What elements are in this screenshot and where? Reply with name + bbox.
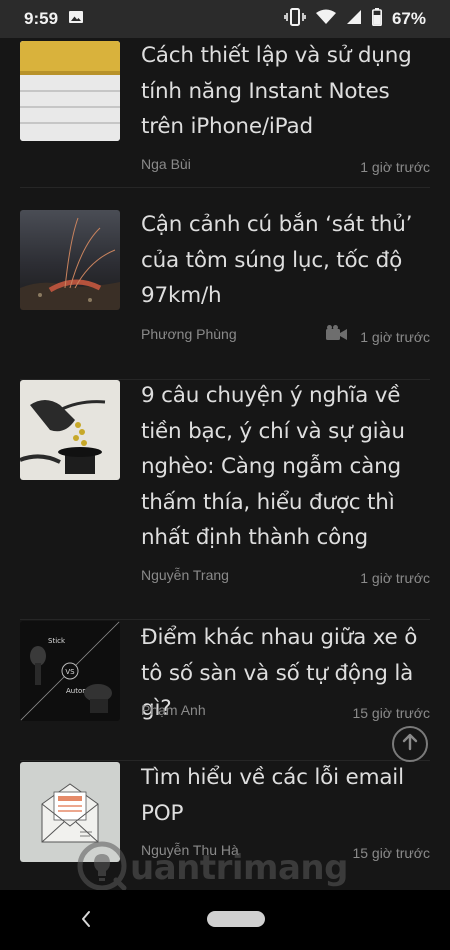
article-item[interactable]: VS Stick Automatic Điểm khác nhau giữa x… xyxy=(20,620,430,761)
thumb-label-stick: Stick xyxy=(48,637,66,645)
article-item[interactable]: Cận cảnh cú bắn ‘sát thủ’ của tôm súng l… xyxy=(20,208,430,380)
article-title[interactable]: Cận cảnh cú bắn ‘sát thủ’ của tôm súng l… xyxy=(141,207,429,314)
thumb-label-vs: VS xyxy=(65,668,75,676)
article-author: Phương Phùng xyxy=(141,326,237,342)
article-author: Phạm Anh xyxy=(141,702,206,718)
article-author: Nguyễn Trang xyxy=(141,567,229,583)
gear-shift-comparison: VS Stick Automatic xyxy=(20,621,120,721)
navigation-bar xyxy=(0,890,450,950)
status-time: 9:59 xyxy=(24,9,59,28)
watermark: uantrimang xyxy=(72,838,372,898)
back-icon[interactable] xyxy=(78,908,94,935)
scroll-to-top-button[interactable] xyxy=(392,726,428,762)
status-bar: 9:59 67% xyxy=(0,0,450,38)
money-hat-illustration xyxy=(20,380,120,480)
vibrate-icon xyxy=(284,7,306,31)
article-item[interactable]: Cách thiết lập và sử dụng tính năng Inst… xyxy=(20,38,430,188)
video-camera-icon xyxy=(326,325,348,344)
article-time: 1 giờ trước xyxy=(360,329,430,345)
image-icon xyxy=(68,9,84,30)
article-thumbnail[interactable] xyxy=(20,380,120,480)
article-title[interactable]: 9 câu chuyện ý nghĩa về tiền bạc, ý chí … xyxy=(141,378,429,556)
notes-app-icon xyxy=(20,41,120,141)
signal-icon xyxy=(346,9,362,30)
article-title[interactable]: Tìm hiểu về các lỗi email POP xyxy=(141,760,429,831)
article-feed[interactable]: Cách thiết lập và sử dụng tính năng Inst… xyxy=(0,38,450,890)
article-time: 15 giờ trước xyxy=(352,705,430,721)
battery-level: 67% xyxy=(391,9,426,28)
battery-icon xyxy=(371,7,382,31)
article-thumbnail[interactable] xyxy=(20,210,120,310)
arrow-up-icon xyxy=(400,732,420,757)
article-item[interactable]: 9 câu chuyện ý nghĩa về tiền bạc, ý chí … xyxy=(20,379,430,620)
article-thumbnail[interactable]: VS Stick Automatic xyxy=(20,621,120,721)
watermark-text: uantrimang xyxy=(130,848,348,888)
wifi-icon xyxy=(315,9,336,30)
home-pill-button[interactable] xyxy=(207,911,265,927)
article-time: 1 giờ trước xyxy=(360,570,430,586)
article-author: Nga Bùi xyxy=(141,156,191,172)
article-time: 1 giờ trước xyxy=(360,159,430,175)
shrimp-photo xyxy=(20,210,120,310)
article-thumbnail[interactable] xyxy=(20,41,120,141)
article-title[interactable]: Cách thiết lập và sử dụng tính năng Inst… xyxy=(141,38,429,145)
